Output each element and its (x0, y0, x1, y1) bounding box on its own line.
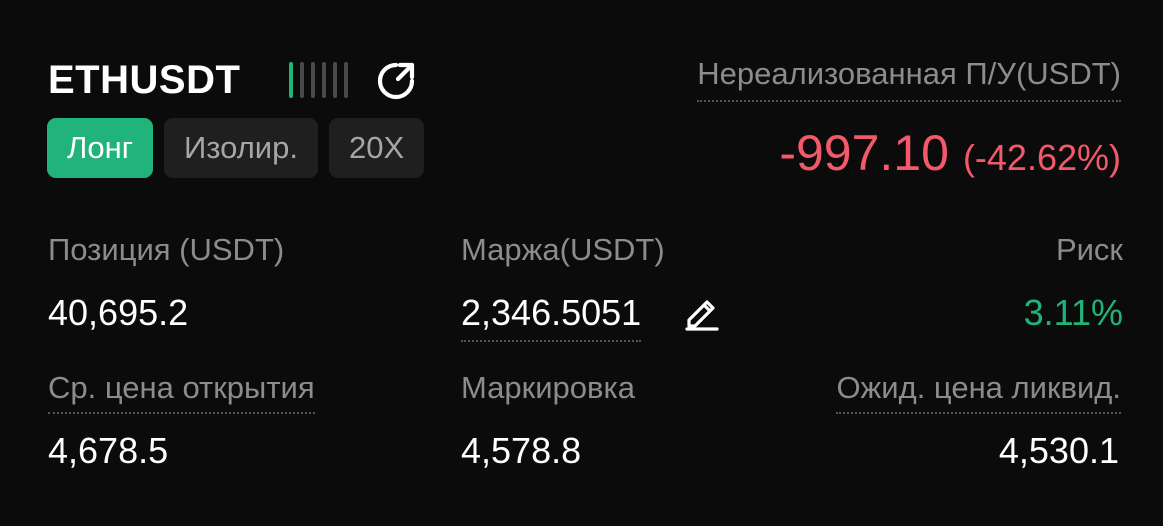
risk-value: 3.11% (1023, 292, 1123, 333)
unrealized-pnl-label[interactable]: Нереализованная П/У(USDT) (697, 56, 1121, 102)
position-size-label: Позиция (USDT) (48, 232, 285, 267)
unrealized-pnl-value: -997.10 (-42.62%) (779, 124, 1121, 182)
margin-mode-tag[interactable]: Изолир. (164, 118, 318, 178)
position-tags: Лонг Изолир. 20X (47, 118, 425, 178)
signal-bar (289, 62, 293, 98)
signal-bar (300, 62, 304, 98)
symbol-title: ETHUSDT (48, 58, 241, 102)
signal-bar (344, 62, 348, 98)
signal-bar (333, 62, 337, 98)
margin-label: Маржа(USDT) (461, 232, 665, 267)
leverage-tag[interactable]: 20X (328, 118, 425, 178)
side-tag[interactable]: Лонг (47, 118, 154, 178)
signal-bar (322, 62, 326, 98)
signal-bar (311, 62, 315, 98)
pnl-percent: (-42.62%) (962, 137, 1121, 178)
margin-value[interactable]: 2,346.5051 (461, 292, 642, 342)
edit-margin-icon[interactable] (683, 293, 721, 331)
mark-price-label: Маркировка (461, 370, 635, 405)
liquidation-price-value: 4,530.1 (998, 430, 1119, 471)
position-size-value: 40,695.2 (48, 292, 189, 333)
signal-strength-indicator (289, 62, 348, 98)
avg-entry-price-value: 4,678.5 (48, 430, 169, 471)
liquidation-price-label[interactable]: Ожид. цена ликвид. (836, 370, 1121, 414)
avg-entry-price-label[interactable]: Ср. цена открытия (48, 370, 315, 414)
mark-price-value: 4,578.8 (461, 430, 582, 471)
pnl-amount: -997.10 (779, 125, 949, 181)
risk-label: Риск (1055, 232, 1123, 267)
position-card: ETHUSDT Лонг Изолир. 20X Нереализованная… (0, 0, 1163, 526)
share-icon[interactable] (374, 59, 418, 103)
